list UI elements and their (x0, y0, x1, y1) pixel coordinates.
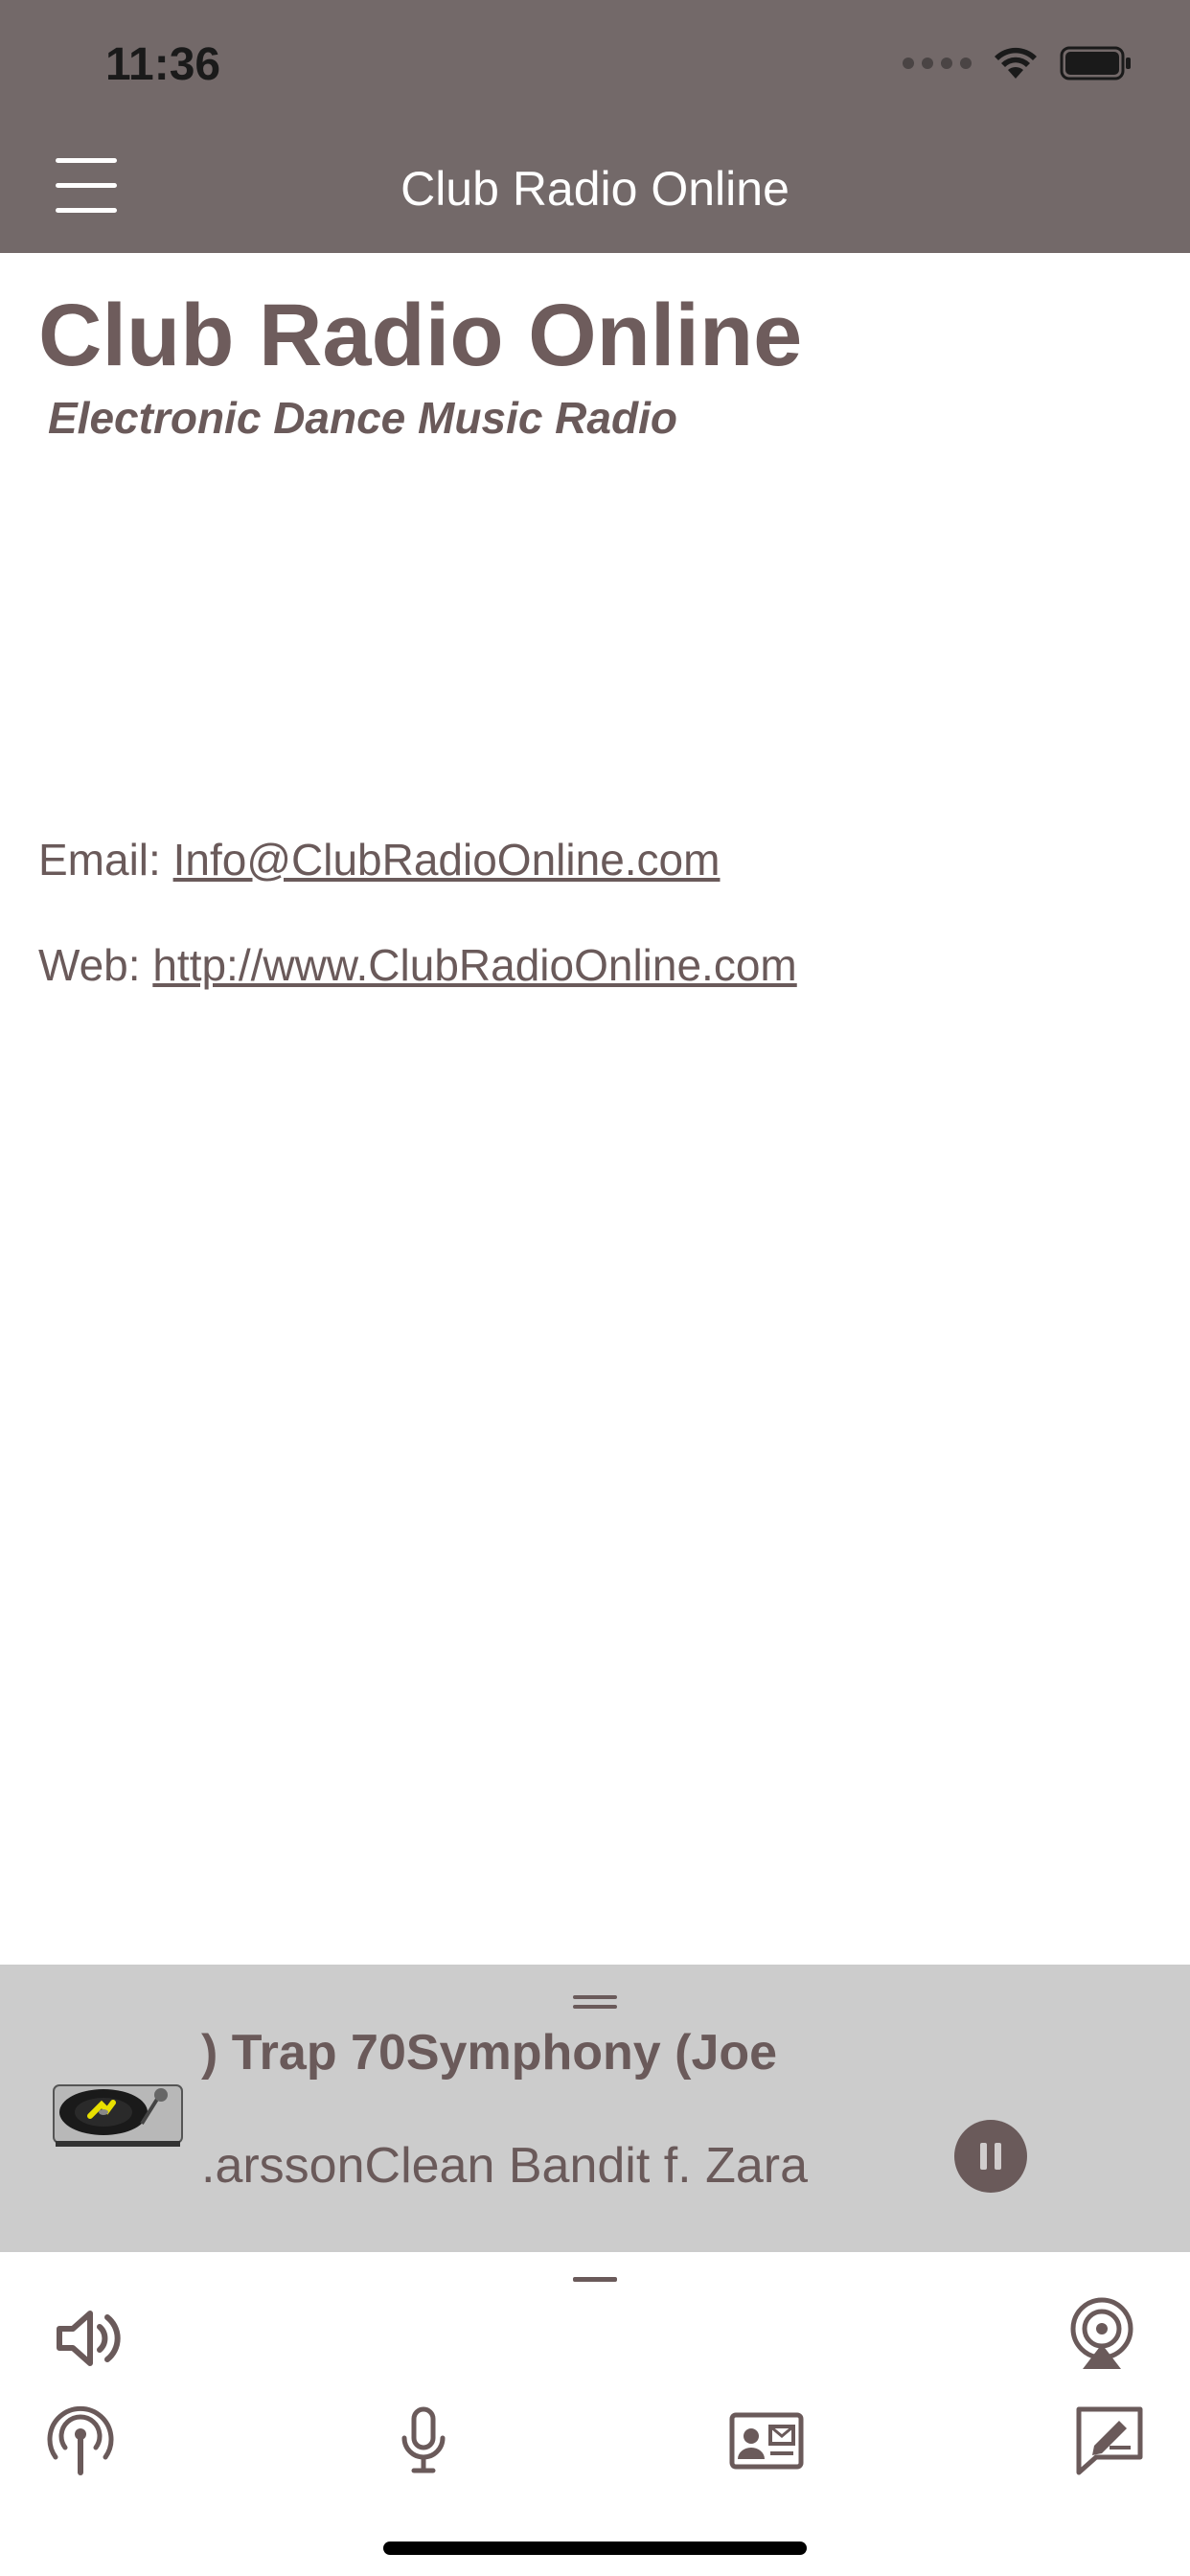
email-line: Email: Info@ClubRadioOnline.com (38, 834, 797, 886)
battery-icon (1060, 46, 1131, 80)
nav-title: Club Radio Online (400, 162, 790, 216)
cellular-signal-icon (903, 58, 972, 69)
web-label: Web: (38, 940, 141, 990)
status-icons (903, 46, 1133, 80)
microphone-icon[interactable] (385, 2402, 462, 2478)
mini-player[interactable]: ) Trap 70Symphony (Joe .arssonClean Band… (0, 1965, 1190, 2252)
airplay-icon[interactable] (1064, 2294, 1140, 2371)
turntable-artwork (53, 2084, 183, 2147)
home-indicator[interactable] (383, 2542, 807, 2555)
web-link[interactable]: http://www.ClubRadioOnline.com (152, 940, 796, 990)
expand-handle[interactable] (573, 1995, 617, 2011)
speaker-icon[interactable] (50, 2300, 126, 2377)
collapse-handle[interactable] (573, 2277, 617, 2282)
track-artist: .arssonClean Bandit f. Zara (201, 2138, 808, 2194)
wifi-icon (995, 47, 1037, 79)
navigation-bar: Club Radio Online (0, 125, 1190, 253)
contact-info: Email: Info@ClubRadioOnline.com Web: htt… (38, 834, 797, 1045)
compose-message-icon[interactable] (1071, 2402, 1148, 2478)
page-title: Club Radio Online (38, 287, 803, 384)
bottom-toolbar (0, 2252, 1190, 2576)
pause-button[interactable] (954, 2120, 1027, 2193)
email-link[interactable]: Info@ClubRadioOnline.com (173, 835, 721, 885)
track-title: ) Trap 70Symphony (Joe (201, 2025, 778, 2081)
status-bar: 11:36 (0, 0, 1190, 125)
email-label: Email: (38, 835, 161, 885)
contact-card-icon[interactable] (728, 2402, 805, 2478)
status-time: 11:36 (105, 39, 221, 90)
main-content: Club Radio Online Electronic Dance Music… (38, 287, 1150, 444)
web-line: Web: http://www.ClubRadioOnline.com (38, 939, 797, 991)
page-subtitle: Electronic Dance Music Radio (48, 393, 677, 444)
broadcast-icon[interactable] (42, 2402, 119, 2478)
